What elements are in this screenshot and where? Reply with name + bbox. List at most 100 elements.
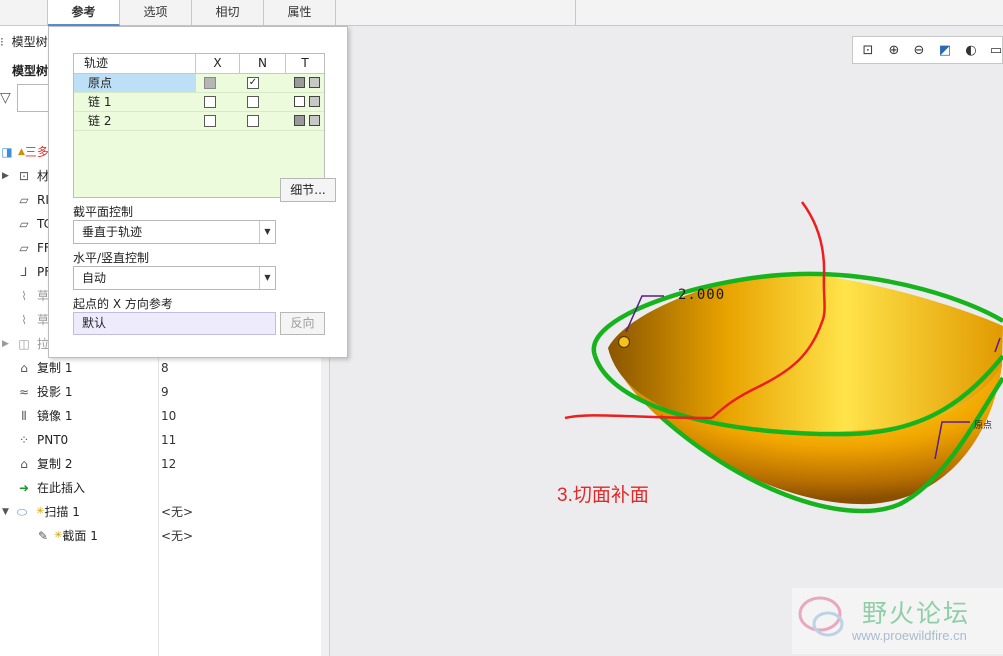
hv-control-label: 水平/竖直控制 <box>73 251 150 265</box>
flip-button: 反向 <box>280 312 325 335</box>
x-checkbox <box>204 77 216 89</box>
tab-references[interactable]: 参考 <box>48 0 120 26</box>
n-checkbox[interactable] <box>247 96 259 108</box>
trajectory-table-header: 轨迹 X N T <box>74 54 324 74</box>
tree-row-insert-here[interactable]: ➜ 在此插入 <box>0 476 320 500</box>
n-checkbox[interactable] <box>247 115 259 127</box>
trajectory-name: 链 2 <box>88 114 112 128</box>
tree-row-copy-2[interactable]: ⌂ 复制 2 12 <box>0 452 320 476</box>
x-checkbox[interactable] <box>204 96 216 108</box>
tree-item-value: <无> <box>161 529 194 543</box>
expand-arrow-icon[interactable]: ▶ <box>2 164 12 188</box>
tree-item-label: ▲三多 <box>18 145 49 159</box>
x-checkbox[interactable] <box>204 115 216 127</box>
extrude-icon: ◫ <box>18 337 30 351</box>
n-checkbox[interactable]: ✓ <box>247 77 259 89</box>
trajectory-table: 轨迹 X N T 原点 ✓ 链 1 链 2 <box>73 53 325 198</box>
dimension-value[interactable]: 2.000 <box>678 287 725 303</box>
tree-item-label: 镜像 1 <box>37 409 73 423</box>
tree-row-sweep-1[interactable]: ▼ ⬭ ✳扫描 1 <无> <box>0 500 320 524</box>
watermark-url: www.proewildfire.cn <box>852 628 967 643</box>
warning-icon: ▲ <box>18 147 25 157</box>
t-indicator <box>294 77 305 88</box>
projection-icon: ≈ <box>18 385 30 399</box>
trajectory-name: 原点 <box>74 74 196 92</box>
tree-item-label: 在此插入 <box>37 481 86 495</box>
coordinate-system-icon: ⅃ <box>20 265 28 279</box>
tree-item-label: 投影 1 <box>37 385 73 399</box>
header-n: N <box>240 54 286 74</box>
origin-tag: 原点 <box>974 421 993 431</box>
references-panel: 轨迹 X N T 原点 ✓ 链 1 链 2 细节... 截平面控制 垂直于轨迹 … <box>48 26 348 358</box>
datum-point-icon: ⁘ <box>18 433 30 447</box>
model-tree-title: 模型树 <box>11 35 48 49</box>
datum-plane-icon: ▱ <box>19 193 29 207</box>
hv-control-select[interactable]: 自动 ▼ <box>73 266 276 290</box>
saved-views-icon[interactable]: ▭ <box>986 41 1003 61</box>
header-x: X <box>196 54 240 74</box>
tab-options[interactable]: 选项 <box>120 0 192 26</box>
tree-row-projection-1[interactable]: ≈ 投影 1 9 <box>0 380 320 404</box>
start-x-ref-label: 起点的 X 方向参考 <box>73 297 173 311</box>
datum-plane-icon: ▱ <box>19 217 29 231</box>
tab-properties[interactable]: 属性 <box>264 0 336 26</box>
t-indicator[interactable] <box>294 115 305 126</box>
view-toolbar: ⊡ ⊕ ⊖ ◩ ◐ ▭ <box>852 36 1003 64</box>
start-x-ref-field[interactable]: 默认 <box>73 312 276 335</box>
part-icon: ◨ <box>1 145 13 159</box>
model-tree-header: ⁝ 模型树 <box>0 33 48 50</box>
tree-item-value: <无> <box>161 505 194 519</box>
section-sketch-icon: ✎ <box>37 529 49 543</box>
filter-icon[interactable]: ▽ <box>0 90 11 106</box>
model-viewport[interactable] <box>330 26 1003 656</box>
hv-control-value: 自动 <box>82 271 107 285</box>
trajectory-row-chain-1[interactable]: 链 1 <box>74 93 324 112</box>
origin-point <box>617 335 631 349</box>
tree-row-section-1[interactable]: ✎ ✳截面 1 <无> <box>0 524 320 548</box>
t-indicator <box>309 77 320 88</box>
model-tree-icon: ⁝ <box>0 35 4 49</box>
tree-item-value: 12 <box>161 457 177 471</box>
tab-tangency[interactable]: 相切 <box>192 0 264 26</box>
zoom-in-icon[interactable]: ⊕ <box>884 41 904 61</box>
tree-row-mirror-1[interactable]: ⫴ 镜像 1 10 <box>0 404 320 428</box>
expand-arrow-icon[interactable]: ▶ <box>2 332 12 356</box>
chevron-down-icon[interactable]: ▼ <box>259 267 275 289</box>
details-button[interactable]: 细节... <box>280 178 336 202</box>
tree-item-label: ✳扫描 1 <box>36 505 80 519</box>
collapse-arrow-icon[interactable]: ▼ <box>2 500 12 524</box>
model-tree-subheader: 模型树 <box>12 64 49 78</box>
insert-arrow-icon: ➜ <box>18 481 30 495</box>
zoom-out-icon[interactable]: ⊖ <box>909 41 929 61</box>
dashboard-tab-strip: 参考 选项 相切 属性 <box>0 0 1003 26</box>
header-trajectory: 轨迹 <box>74 54 196 74</box>
tab-strip-blank <box>336 0 576 26</box>
tree-row-copy-1[interactable]: ⌂ 复制 1 8 <box>0 356 320 380</box>
tree-item-label: ✳截面 1 <box>54 529 98 543</box>
tree-item-label: 复制 2 <box>37 457 73 471</box>
t-indicator[interactable] <box>309 96 320 107</box>
sweep-icon: ⬭ <box>16 505 28 519</box>
t-indicator[interactable] <box>294 96 305 107</box>
section-plane-label: 截平面控制 <box>73 205 134 219</box>
graphics-window[interactable] <box>330 26 1003 656</box>
chevron-down-icon[interactable]: ▼ <box>259 221 275 243</box>
tree-item-value: 10 <box>161 409 177 423</box>
watermark-title: 野火论坛 <box>862 599 971 628</box>
annotation-text: 3.切面补面 <box>557 485 649 506</box>
refit-icon[interactable]: ⊡ <box>858 41 878 61</box>
tree-item-value: 9 <box>161 385 169 399</box>
trajectory-row-chain-2[interactable]: 链 2 <box>74 112 324 131</box>
tree-row-point[interactable]: ⁘ PNT0 11 <box>0 428 320 452</box>
copy-surface-icon: ⌂ <box>20 457 28 471</box>
datum-plane-icon: ▱ <box>19 241 29 255</box>
tree-item-value: 11 <box>161 433 177 447</box>
trajectory-row-origin[interactable]: 原点 ✓ <box>74 74 324 93</box>
sketch-icon: ⌇ <box>21 289 27 303</box>
t-indicator[interactable] <box>309 115 320 126</box>
sketch-icon: ⌇ <box>21 313 27 327</box>
tree-item-label: PNT0 <box>37 433 69 447</box>
section-plane-select[interactable]: 垂直于轨迹 ▼ <box>73 220 276 244</box>
repaint-icon[interactable]: ◩ <box>935 41 955 61</box>
display-style-icon[interactable]: ◐ <box>961 41 981 61</box>
